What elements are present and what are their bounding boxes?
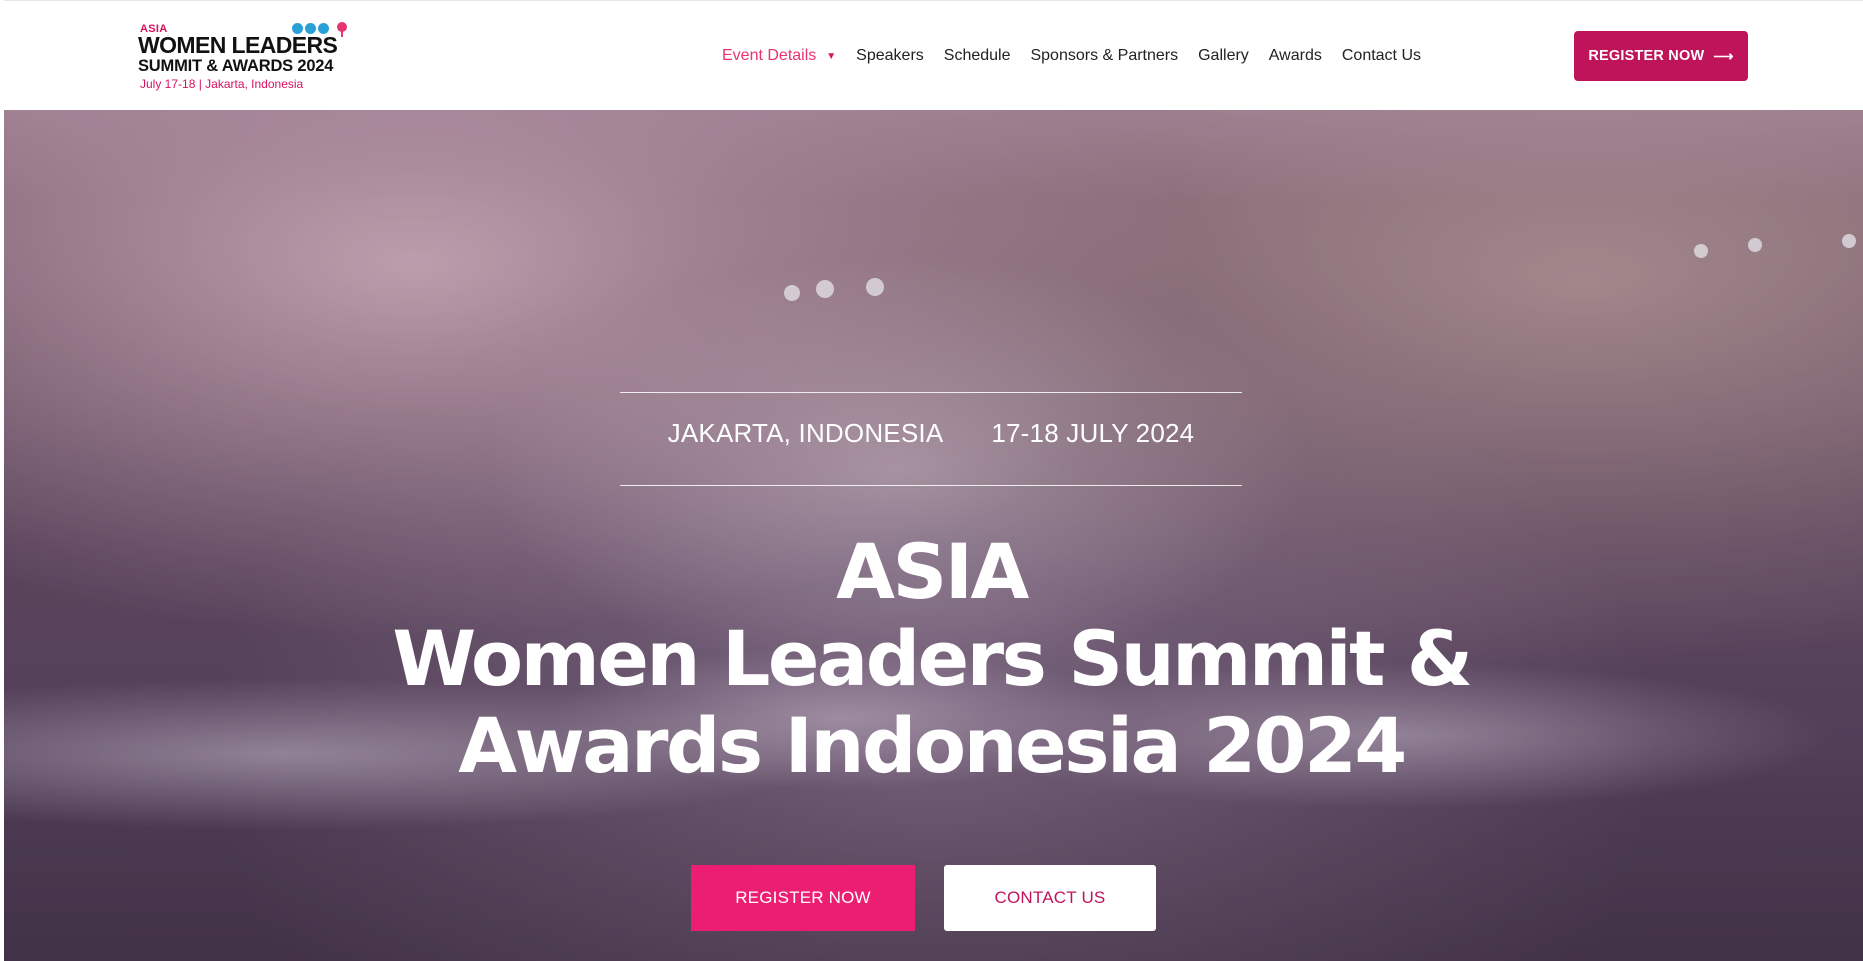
nav-item-speakers[interactable]: Speakers xyxy=(856,47,924,65)
contact-us-button[interactable]: CONTACT US xyxy=(944,865,1156,931)
logo-line-3: July 17-18 | Jakarta, Indonesia xyxy=(140,77,304,91)
event-location: JAKARTA, INDONESIA xyxy=(667,418,944,448)
arrow-right-icon: ⟶ xyxy=(1713,47,1734,64)
hero-event-meta: JAKARTA, INDONESIA 17-18 JULY 2024 xyxy=(620,418,1242,449)
register-now-label: REGISTER NOW xyxy=(735,888,871,907)
hero-title-line-2: Women Leaders Summit & xyxy=(392,614,1473,703)
nav-item-label: Event Details xyxy=(722,47,817,64)
nav-item-label: Contact Us xyxy=(1341,47,1421,64)
hero-title-line-3: Awards Indonesia 2024 xyxy=(458,701,1407,790)
main-nav: Event Details ▼ Speakers Schedule Sponso… xyxy=(722,1,1441,111)
hero-divider-bottom xyxy=(620,485,1242,486)
site-logo[interactable]: ASIA WOMEN LEADERS SUMMIT & AWARDS 2024 … xyxy=(135,21,350,91)
hero-title: ASIA Women Leaders Summit & Awards Indon… xyxy=(300,528,1563,789)
register-now-header-button[interactable]: REGISTER NOW ⟶ xyxy=(1574,31,1748,81)
site-header: ASIA WOMEN LEADERS SUMMIT & AWARDS 2024 … xyxy=(4,0,1863,110)
hero-title-line-1: ASIA xyxy=(836,527,1029,616)
logo-line-1: WOMEN LEADERS xyxy=(138,32,338,58)
nav-item-gallery[interactable]: Gallery xyxy=(1198,47,1249,65)
nav-item-schedule[interactable]: Schedule xyxy=(944,47,1011,65)
event-dates: 17-18 JULY 2024 xyxy=(991,418,1195,448)
hero-divider-top xyxy=(620,392,1242,393)
nav-item-label: Speakers xyxy=(856,47,924,64)
nav-item-sponsors-partners[interactable]: Sponsors & Partners xyxy=(1030,47,1178,65)
nav-item-label: Schedule xyxy=(943,47,1011,64)
nav-item-contact-us[interactable]: Contact Us xyxy=(1342,47,1421,65)
register-now-label: REGISTER NOW xyxy=(1588,48,1705,64)
contact-us-label: CONTACT US xyxy=(994,888,1106,907)
register-now-button[interactable]: REGISTER NOW xyxy=(691,865,915,931)
nav-item-event-details[interactable]: Event Details ▼ xyxy=(722,47,836,65)
nav-item-label: Sponsors & Partners xyxy=(1030,47,1179,64)
logo-line-2: SUMMIT & AWARDS 2024 xyxy=(138,57,334,75)
nav-item-awards[interactable]: Awards xyxy=(1269,47,1322,65)
nav-item-label: Awards xyxy=(1268,47,1322,64)
caret-down-icon: ▼ xyxy=(826,50,837,62)
nav-item-label: Gallery xyxy=(1198,47,1249,64)
